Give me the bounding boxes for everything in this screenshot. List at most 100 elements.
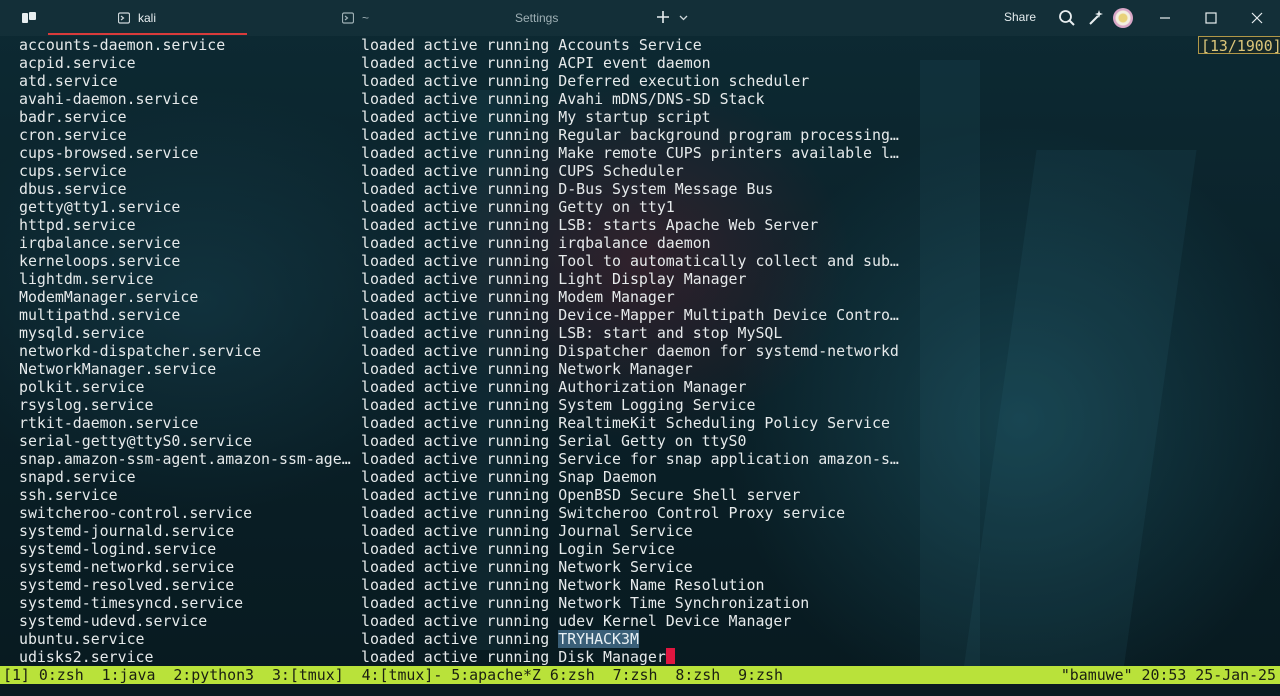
close-icon[interactable] xyxy=(1249,10,1265,26)
unit-status: loaded active running udev Kernel Device… xyxy=(361,612,792,630)
tab-label: kali xyxy=(138,11,157,25)
unit-status: loaded active running Light Display Mana… xyxy=(361,270,747,288)
unit-status: loaded active running CUPS Scheduler xyxy=(361,162,684,180)
minimize-icon[interactable] xyxy=(1157,10,1173,26)
unit-name: badr.service xyxy=(19,108,127,126)
unit-name: rtkit-daemon.service xyxy=(19,414,199,432)
service-row: switcheroo-control.service loaded active… xyxy=(19,504,845,522)
service-row: systemd-udevd.service loaded active runn… xyxy=(19,612,791,630)
tab-kali[interactable]: kali xyxy=(48,0,247,36)
terminal-output[interactable]: accounts-daemon.service loaded active ru… xyxy=(19,36,1259,666)
maximize-icon[interactable] xyxy=(1203,10,1219,26)
unit-name: ModemManager.service xyxy=(19,288,199,306)
unit-status-prefix: loaded active running xyxy=(361,630,559,648)
chevron-down-icon[interactable] xyxy=(679,13,688,22)
tmux-window-list[interactable]: [1] 0:zsh 1:java 2:python3 3:[tmux] 4:[t… xyxy=(3,666,783,684)
unit-name: kerneloops.service xyxy=(19,252,181,270)
service-row: polkit.service loaded active running Aut… xyxy=(19,378,747,396)
unit-name: accounts-daemon.service xyxy=(19,36,226,54)
service-row: getty@tty1.service loaded active running… xyxy=(19,198,675,216)
unit-name: multipathd.service xyxy=(19,306,181,324)
unit-status: loaded active running irqbalance daemon xyxy=(361,234,711,252)
unit-name: irqbalance.service xyxy=(19,234,181,252)
search-icon[interactable] xyxy=(1058,9,1076,27)
unit-name: serial-getty@ttyS0.service xyxy=(19,432,253,450)
unit-name: getty@tty1.service xyxy=(19,198,181,216)
tab-home[interactable]: ~ xyxy=(262,0,462,36)
plus-icon[interactable] xyxy=(655,9,671,25)
avatar[interactable] xyxy=(1113,8,1133,28)
service-row: accounts-daemon.service loaded active ru… xyxy=(19,36,702,54)
service-row: avahi-daemon.service loaded active runni… xyxy=(19,90,764,108)
service-row: atd.service loaded active running Deferr… xyxy=(19,72,809,90)
unit-status: loaded active running My startup script xyxy=(361,108,711,126)
service-row: lightdm.service loaded active running Li… xyxy=(19,270,747,288)
unit-name: lightdm.service xyxy=(19,270,154,288)
unit-name: cups-browsed.service xyxy=(19,144,199,162)
unit-name: networkd-dispatcher.service xyxy=(19,342,262,360)
service-row: httpd.service loaded active running LSB:… xyxy=(19,216,818,234)
service-row: systemd-resolved.service loaded active r… xyxy=(19,576,764,594)
unit-status: loaded active running Service for snap a… xyxy=(361,450,899,468)
unit-status: loaded active running Authorization Mana… xyxy=(361,378,747,396)
unit-status: loaded active running Modem Manager xyxy=(361,288,675,306)
service-row: acpid.service loaded active running ACPI… xyxy=(19,54,711,72)
unit-name: mysqld.service xyxy=(19,324,145,342)
share-button[interactable]: Share xyxy=(1004,10,1036,24)
unit-name: systemd-timesyncd.service xyxy=(19,594,244,612)
unit-status: loaded active running Device-Mapper Mult… xyxy=(361,306,899,324)
service-row: rtkit-daemon.service loaded active runni… xyxy=(19,414,890,432)
unit-name: polkit.service xyxy=(19,378,145,396)
selected-text[interactable]: TRYHACK3M xyxy=(558,630,639,648)
unit-status: loaded active running D-Bus System Messa… xyxy=(361,180,774,198)
app-logo-icon[interactable] xyxy=(21,11,37,25)
unit-status: loaded active running Dispatcher daemon … xyxy=(361,342,899,360)
unit-name: systemd-journald.service xyxy=(19,522,235,540)
unit-status: loaded active running System Logging Ser… xyxy=(361,396,756,414)
tmux-status-right: "bamuwe" 20:53 25-Jan-25 xyxy=(1060,666,1276,684)
tab-settings[interactable]: Settings xyxy=(515,11,558,25)
unit-status: loaded active running Switcheroo Control… xyxy=(361,504,846,522)
service-row: multipathd.service loaded active running… xyxy=(19,306,899,324)
service-row: ssh.service loaded active running OpenBS… xyxy=(19,486,800,504)
unit-status: loaded active running Deferred execution… xyxy=(361,72,810,90)
service-row: kerneloops.service loaded active running… xyxy=(19,252,899,270)
service-row: snapd.service loaded active running Snap… xyxy=(19,468,657,486)
service-row: systemd-journald.service loaded active r… xyxy=(19,522,693,540)
unit-status: loaded active running ACPI event daemon xyxy=(361,54,711,72)
unit-name: switcheroo-control.service xyxy=(19,504,253,522)
unit-status: loaded active running Network Name Resol… xyxy=(361,576,765,594)
unit-status: loaded active running Tool to automatica… xyxy=(361,252,899,270)
unit-name: systemd-logind.service xyxy=(19,540,217,558)
unit-status: loaded active running LSB: start and sto… xyxy=(361,324,783,342)
unit-status: loaded active running Make remote CUPS p… xyxy=(361,144,899,162)
unit-name: acpid.service xyxy=(19,54,136,72)
unit-name: systemd-networkd.service xyxy=(19,558,235,576)
unit-status-text: loaded active running Disk Manager xyxy=(361,648,666,666)
unit-name: systemd-resolved.service xyxy=(19,576,235,594)
unit-status: loaded active running Regular background… xyxy=(361,126,899,144)
service-row: systemd-logind.service loaded active run… xyxy=(19,540,675,558)
unit-name: udisks2.service xyxy=(19,648,154,666)
unit-status: loaded active running Network Service xyxy=(361,558,693,576)
service-row: systemd-timesyncd.service loaded active … xyxy=(19,594,809,612)
service-row: ModemManager.service loaded active runni… xyxy=(19,288,675,306)
window-bottom-edge xyxy=(0,684,1280,696)
unit-name: avahi-daemon.service xyxy=(19,90,199,108)
service-row: udisks2.service loaded active running Di… xyxy=(19,648,675,666)
unit-name: atd.service xyxy=(19,72,118,90)
service-row: snap.amazon-ssm-agent.amazon-ssm-age… lo… xyxy=(19,450,899,468)
unit-name: cron.service xyxy=(19,126,127,144)
service-row: systemd-networkd.service loaded active r… xyxy=(19,558,693,576)
service-row: rsyslog.service loaded active running Sy… xyxy=(19,396,755,414)
unit-status: loaded active running Snap Daemon xyxy=(361,468,657,486)
sparkle-icon[interactable] xyxy=(1087,9,1105,27)
unit-status: loaded active running Network Manager xyxy=(361,360,693,378)
service-row: badr.service loaded active running My st… xyxy=(19,108,711,126)
unit-status: loaded active running Accounts Service xyxy=(361,36,702,54)
service-row: networkd-dispatcher.service loaded activ… xyxy=(19,342,899,360)
unit-status: loaded active running TRYHACK3M xyxy=(361,630,639,648)
service-row: cron.service loaded active running Regul… xyxy=(19,126,899,144)
unit-status: loaded active running Login Service xyxy=(361,540,675,558)
unit-name: NetworkManager.service xyxy=(19,360,217,378)
